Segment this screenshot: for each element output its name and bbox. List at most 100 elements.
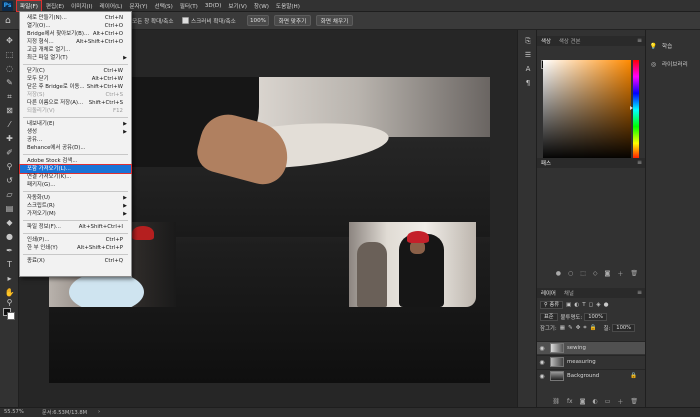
layer-mask-icon[interactable]: ◙ [580,398,586,405]
filter-type-icon[interactable]: T [582,302,585,308]
blur-tool-icon[interactable]: ◆ [4,218,15,228]
menu-item-print-one-copy[interactable]: 한 부 인쇄(Y) Alt+Shift+Ctrl+P [20,244,131,252]
move-tool-icon[interactable]: ✥ [4,36,15,46]
brush-tool-icon[interactable]: ✐ [4,148,15,158]
document-size[interactable]: 문서:6.53M/13.8M [42,409,87,416]
filter-smart-icon[interactable]: ◈ [596,302,600,308]
type-tool-icon[interactable]: T [4,260,15,270]
filter-toggle-icon[interactable]: ● [604,302,609,308]
menu-item-save-as[interactable]: 다른 이름으로 저장(A)... Shift+Ctrl+S [20,99,131,107]
menu-item-open[interactable]: 열기(O)... Ctrl+O [20,22,131,30]
color-picker-field[interactable] [543,60,631,165]
tab-paths[interactable]: 패스 [537,159,555,167]
new-layer-icon[interactable]: ＋ [617,397,623,406]
zoom-100-button[interactable]: 100% [247,15,269,26]
properties-panel-icon[interactable]: ☰ [523,50,533,60]
menu-item-automate[interactable]: 자동화(U) ▶ [20,194,131,202]
pen-tool-icon[interactable]: ✒ [4,246,15,256]
menu-select[interactable]: 선택(S) [152,1,176,11]
menu-item-generate[interactable]: 생성 ▶ [20,128,131,136]
lasso-tool-icon[interactable]: ◌ [4,64,15,74]
menu-edit[interactable]: 편집(E) [43,1,67,11]
link-layers-icon[interactable]: ⛓ [552,398,560,405]
home-icon[interactable]: ⌂ [5,16,15,26]
character-panel-icon[interactable]: A [523,64,533,74]
panel-menu-icon[interactable]: ≡ [637,158,642,168]
menu-item-open-smart-object[interactable]: 고급 개체로 열기... [20,46,131,54]
lock-pixels-icon[interactable]: ▦ [560,325,565,331]
fit-screen-button[interactable]: 화면 맞추기 [274,15,311,26]
visibility-eye-icon[interactable]: ◉ [537,345,547,352]
load-selection-icon[interactable]: ⬚ [580,270,586,277]
layer-row-background[interactable]: ◉ Background 🔒 [537,369,645,382]
add-mask-icon[interactable]: ◙ [605,270,611,277]
tab-layers[interactable]: 레이어 [537,289,560,297]
visibility-eye-icon[interactable]: ◉ [537,359,547,366]
visibility-eye-icon[interactable]: ◉ [537,373,547,380]
delete-path-icon[interactable]: 🗑 [630,270,638,277]
make-path-icon[interactable]: ◇ [593,270,598,277]
menu-image[interactable]: 이미지(I) [68,1,95,11]
eraser-tool-icon[interactable]: ▱ [4,190,15,200]
menu-item-export[interactable]: 내보내기(E) ▶ [20,120,131,128]
menu-item-open-recent[interactable]: 최근 파일 열기(T) ▶ [20,54,131,62]
history-brush-icon[interactable]: ↺ [4,176,15,186]
menu-item-file-info[interactable]: 파일 정보(F)... Alt+Shift+Ctrl+I [20,223,131,231]
menu-item-import[interactable]: 가져오기(M) ▶ [20,210,131,218]
new-path-icon[interactable]: ＋ [617,269,623,278]
menu-item-share-behance[interactable]: Behance에서 공유(D)... [20,144,131,152]
stroke-path-icon[interactable]: ○ [568,270,573,277]
zoom-tool-icon[interactable]: ⚲ [4,298,15,308]
menu-item-close-all[interactable]: 모두 닫기 Alt+Ctrl+W [20,75,131,83]
menu-item-scripts[interactable]: 스크립트(R) ▶ [20,202,131,210]
menu-item-share[interactable]: 공유... [20,136,131,144]
panel-menu-icon[interactable]: ≡ [637,36,642,46]
history-panel-icon[interactable]: ⎘ [523,36,533,46]
menu-item-close[interactable]: 닫기(C) Ctrl+W [20,67,131,75]
hue-slider-handle[interactable] [630,106,633,110]
crop-tool-icon[interactable]: ⌗ [4,92,15,102]
lock-all-icon[interactable]: 🔒 [590,325,597,331]
hue-slider-bar[interactable] [633,60,639,160]
menu-item-open-as[interactable]: 지정 형식... Alt+Shift+Ctrl+O [20,38,131,46]
eyedropper-tool-icon[interactable]: ⁄ [4,120,15,130]
tab-swatches[interactable]: 색상 견본 [555,37,585,45]
menu-item-save[interactable]: 저장(S) Ctrl+S [20,91,131,99]
frame-tool-icon[interactable]: ⊠ [4,106,15,116]
opacity-field[interactable]: 100% [584,313,608,321]
paragraph-panel-icon[interactable]: ¶ [523,78,533,88]
menu-item-package[interactable]: 패키지(G)... [20,181,131,189]
menu-window[interactable]: 창(W) [251,1,272,11]
filter-shape-icon[interactable]: ◻ [589,302,594,308]
blend-mode-dropdown[interactable]: 표준 [540,313,558,321]
lock-paint-icon[interactable]: ✎ [568,325,573,331]
marquee-tool-icon[interactable]: ⬚ [4,50,15,60]
adjustment-layer-icon[interactable]: ◐ [592,398,597,405]
menu-item-place-embedded[interactable]: 포함 가져오기(L)... [19,164,132,174]
layer-row-measuring[interactable]: ◉ measuring [537,355,645,368]
background-color-swatch[interactable] [7,312,15,320]
fill-field[interactable]: 100% [612,324,636,332]
layer-style-icon[interactable]: fx [567,398,573,405]
lock-artboard-icon[interactable]: ⌗ [583,325,586,332]
delete-layer-icon[interactable]: 🗑 [630,398,638,405]
menu-item-browse-bridge[interactable]: Bridge에서 찾아보기(B)... Alt+Ctrl+O [20,30,131,38]
menu-item-place-linked[interactable]: 연결 가져오기(K)... [20,173,131,181]
menu-filter[interactable]: 필터(T) [177,1,201,11]
menu-3d[interactable]: 3D(D) [202,2,225,10]
tab-channels[interactable]: 채널 [560,289,578,297]
fill-screen-button[interactable]: 화면 채우기 [316,15,353,26]
libraries-panel-button[interactable]: ◎ 라이브러리 [649,59,688,69]
filter-adjust-icon[interactable]: ◐ [574,302,579,308]
status-menu-arrow-icon[interactable]: › [98,409,100,415]
menu-help[interactable]: 도움말(H) [273,1,303,11]
learn-panel-button[interactable]: 💡 학습 [649,41,673,51]
gradient-tool-icon[interactable]: ▤ [4,204,15,214]
clone-stamp-icon[interactable]: ⚲ [4,162,15,172]
layer-kind-filter[interactable]: ⚲ 종류 [540,301,563,309]
tab-color[interactable]: 색상 [537,37,555,45]
dodge-tool-icon[interactable]: ● [4,232,15,242]
menu-item-new[interactable]: 새로 만들기(N)... Ctrl+N [20,14,131,22]
new-group-icon[interactable]: ▭ [605,398,611,405]
menu-type[interactable]: 문자(Y) [126,1,150,11]
